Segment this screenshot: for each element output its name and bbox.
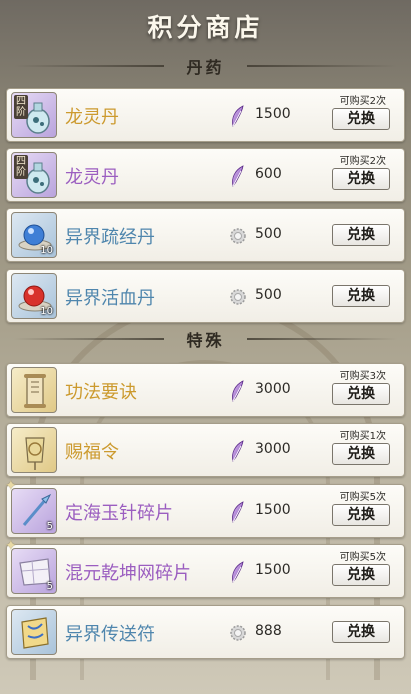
purple-feather-icon [232, 105, 244, 127]
purple-feather-icon [232, 165, 244, 187]
tier-badge: 四阶 [14, 155, 28, 179]
item-price: 3000 [255, 441, 291, 457]
item-name: 龙灵丹 [65, 107, 119, 128]
talisman-icon[interactable] [11, 609, 57, 655]
exchange-button[interactable]: 兑换 [332, 504, 390, 526]
fragment-star-icon: ✦ [5, 478, 17, 494]
item-count: 10 [40, 306, 53, 317]
list-item: 5 ✦ 定海玉针碎片 1500 可购买5次 兑换 [5, 478, 405, 538]
purchase-limit: 可购买5次 [339, 552, 386, 563]
net-fragment-icon[interactable]: 5 [11, 548, 57, 594]
purple-feather-icon [232, 501, 244, 523]
section-header-special: 特殊 [0, 325, 411, 353]
silver-gear-icon [230, 228, 246, 244]
purchase-limit: 可购买3次 [339, 371, 386, 382]
list-item: 10 异界活血丹 500 兑换 [6, 269, 405, 323]
list-item: 四阶 龙灵丹 600 可购买2次 兑换 [6, 148, 405, 202]
exchange-button[interactable]: 兑换 [332, 224, 390, 246]
purple-potion-icon[interactable]: 四阶 [11, 152, 57, 198]
needle-fragment-icon[interactable]: 5 [11, 488, 57, 534]
item-name: 异界活血丹 [65, 288, 155, 309]
item-price: 500 [255, 287, 282, 303]
item-price: 3000 [255, 381, 291, 397]
purchase-limit: 可购买5次 [339, 492, 386, 503]
item-name: 功法要诀 [65, 382, 137, 403]
list-item: 5 ✦ 混元乾坤网碎片 1500 可购买5次 兑换 [5, 538, 405, 598]
item-name: 异界传送符 [65, 624, 155, 645]
purchase-limit: 可购买2次 [339, 96, 386, 107]
purple-feather-icon [232, 440, 244, 462]
purple-feather-icon [232, 561, 244, 583]
scroll-icon[interactable] [11, 367, 57, 413]
item-name: 龙灵丹 [65, 167, 119, 188]
exchange-button[interactable]: 兑换 [332, 443, 390, 465]
token-icon[interactable] [11, 427, 57, 473]
item-count: 5 [46, 521, 53, 532]
item-price: 1500 [255, 106, 291, 122]
purchase-limit: 可购买1次 [339, 431, 386, 442]
exchange-button[interactable]: 兑换 [332, 383, 390, 405]
list-item: 10 异界疏经丹 500 兑换 [6, 208, 405, 262]
purple-potion-icon[interactable]: 四阶 [11, 92, 57, 138]
tier-badge: 四阶 [14, 95, 28, 119]
exchange-button[interactable]: 兑换 [332, 108, 390, 130]
list-item: 异界传送符 888 兑换 [6, 605, 405, 659]
exchange-button[interactable]: 兑换 [332, 621, 390, 643]
silver-gear-icon [230, 625, 246, 641]
item-price: 1500 [255, 502, 291, 518]
exchange-button[interactable]: 兑换 [332, 564, 390, 586]
item-price: 888 [255, 623, 282, 639]
item-count: 5 [46, 581, 53, 592]
item-price: 1500 [255, 562, 291, 578]
exchange-button[interactable]: 兑换 [332, 285, 390, 307]
exchange-button[interactable]: 兑换 [332, 168, 390, 190]
purple-feather-icon [232, 380, 244, 402]
page-title: 积分商店 [147, 13, 264, 42]
item-count: 10 [40, 245, 53, 256]
item-price: 600 [255, 166, 282, 182]
silver-gear-icon [230, 289, 246, 305]
list-item: 四阶 龙灵丹 1500 可购买2次 兑换 [6, 88, 405, 142]
item-name: 定海玉针碎片 [65, 503, 173, 524]
fragment-star-icon: ✦ [5, 538, 17, 554]
red-pill-icon[interactable]: 10 [11, 273, 57, 319]
section-label: 特殊 [186, 331, 225, 350]
item-name: 异界疏经丹 [65, 227, 155, 248]
item-price: 500 [255, 226, 282, 242]
list-item: 功法要诀 3000 可购买3次 兑换 [6, 363, 405, 417]
purchase-limit: 可购买2次 [339, 156, 386, 167]
section-label: 丹药 [186, 58, 225, 77]
list-item: 赐福令 3000 可购买1次 兑换 [6, 423, 405, 477]
item-name: 赐福令 [65, 442, 119, 463]
item-name: 混元乾坤网碎片 [65, 563, 191, 584]
section-header-medicine: 丹药 [0, 52, 411, 80]
blue-pill-icon[interactable]: 10 [11, 212, 57, 258]
